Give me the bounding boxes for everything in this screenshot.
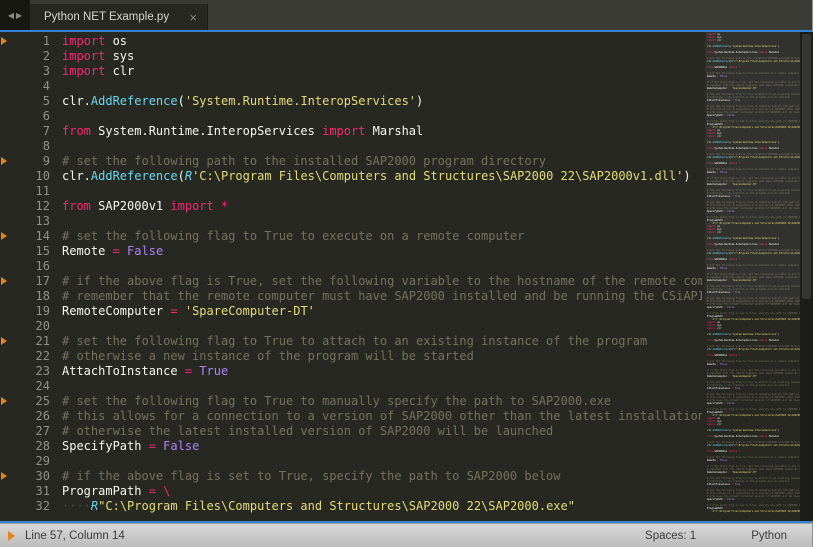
line-number: 16 (0, 259, 50, 274)
line-number: 3 (0, 64, 50, 79)
code-line[interactable]: # set the following flag to True to exec… (62, 229, 702, 244)
line-number: 30 (0, 469, 50, 484)
code-line[interactable]: clr.AddReference(R'C:\Program Files\Comp… (62, 169, 702, 184)
line-number: 6 (0, 109, 50, 124)
code-line[interactable]: clr.AddReference('System.Runtime.Interop… (62, 94, 702, 109)
line-number: 31 (0, 484, 50, 499)
code-line[interactable] (62, 139, 702, 154)
syntax-language[interactable]: Python (751, 530, 787, 542)
line-number: 29 (0, 454, 50, 469)
code-line[interactable]: import os (62, 34, 702, 49)
line-number: 9 (0, 154, 50, 169)
tab-python-net-example[interactable]: Python NET Example.py × (30, 4, 208, 30)
editor-area[interactable]: 1234567891011121314151617181920212223242… (0, 32, 813, 521)
close-tab-icon[interactable]: × (189, 11, 197, 24)
code-line[interactable]: # otherwise a new instance of the progra… (62, 349, 702, 364)
tab-title: Python NET Example.py (44, 11, 169, 23)
line-number: 12 (0, 199, 50, 214)
status-arrow-icon[interactable] (8, 531, 15, 541)
code-line[interactable]: from SAP2000v1 import * (62, 199, 702, 214)
line-number: 4 (0, 79, 50, 94)
line-number: 5 (0, 94, 50, 109)
scroll-tabs-right-icon[interactable]: ▶ (16, 11, 22, 20)
line-number: 20 (0, 319, 50, 334)
tab-bar: ◀ ▶ Python NET Example.py × (0, 0, 812, 30)
line-number: 25 (0, 394, 50, 409)
line-number: 18 (0, 289, 50, 304)
code-line[interactable]: RemoteComputer = 'SpareComputer-DT' (62, 304, 702, 319)
minimap-viewport[interactable] (705, 32, 800, 304)
line-number: 13 (0, 214, 50, 229)
code-line[interactable]: # if the above flag is True, set the fol… (62, 274, 702, 289)
line-number: 2 (0, 49, 50, 64)
code-line[interactable]: from System.Runtime.InteropServices impo… (62, 124, 702, 139)
line-number: 15 (0, 244, 50, 259)
code-line[interactable]: import clr (62, 64, 702, 79)
code-line[interactable]: # remember that the remote computer must… (62, 289, 702, 304)
code-line[interactable] (62, 259, 702, 274)
code-line[interactable]: import sys (62, 49, 702, 64)
line-number: 23 (0, 364, 50, 379)
line-number: 32 (0, 499, 50, 514)
code-line[interactable] (62, 109, 702, 124)
gutter: 1234567891011121314151617181920212223242… (0, 34, 50, 514)
code-line[interactable] (62, 184, 702, 199)
line-number: 11 (0, 184, 50, 199)
line-number: 24 (0, 379, 50, 394)
code-lines[interactable]: import osimport sysimport clr clr.AddRefe… (62, 34, 702, 516)
tab-scroll-buttons: ◀ ▶ (0, 0, 30, 30)
code-line[interactable]: # this allows for a connection to a vers… (62, 409, 702, 424)
line-number: 17 (0, 274, 50, 289)
code-line[interactable]: # otherwise the latest installed version… (62, 424, 702, 439)
line-number: 27 (0, 424, 50, 439)
status-bar: Line 57, Column 14 Spaces: 1 Python (0, 523, 812, 547)
indentation-setting[interactable]: Spaces: 1 (645, 530, 696, 542)
line-number: 28 (0, 439, 50, 454)
scroll-tabs-left-icon[interactable]: ◀ (8, 11, 14, 20)
code-line[interactable]: # if the above flag is set to True, spec… (62, 469, 702, 484)
tab-bar-empty-space (208, 4, 812, 30)
line-number: 26 (0, 409, 50, 424)
vertical-scrollbar[interactable] (800, 32, 813, 521)
line-number: 21 (0, 334, 50, 349)
code-line[interactable]: # set the following path to the installe… (62, 154, 702, 169)
line-number: 22 (0, 349, 50, 364)
code-line[interactable] (62, 454, 702, 469)
code-line[interactable]: ····R"C:\Program Files\Computers and Str… (62, 499, 702, 514)
line-number: 14 (0, 229, 50, 244)
code-line[interactable] (62, 319, 702, 334)
line-number: 1 (0, 34, 50, 49)
editor-window: ◀ ▶ Python NET Example.py × 123456789101… (0, 0, 813, 547)
code-line[interactable]: AttachToInstance = True (62, 364, 702, 379)
code-line[interactable] (62, 379, 702, 394)
minimap[interactable]: import osimport sysimport clrclr.AddRefe… (705, 32, 800, 521)
cursor-position[interactable]: Line 57, Column 14 (25, 530, 125, 542)
code-line[interactable] (62, 79, 702, 94)
code-line[interactable]: ProgramPath = \ (62, 484, 702, 499)
code-line[interactable]: # set the following flag to True to atta… (62, 334, 702, 349)
code-line[interactable] (62, 214, 702, 229)
line-number: 10 (0, 169, 50, 184)
code-line[interactable]: # set the following flag to True to manu… (62, 394, 702, 409)
line-number: 7 (0, 124, 50, 139)
code-line[interactable]: Remote = False (62, 244, 702, 259)
line-number: 8 (0, 139, 50, 154)
code-line[interactable]: SpecifyPath = False (62, 439, 702, 454)
line-number: 19 (0, 304, 50, 319)
scrollbar-thumb[interactable] (802, 34, 811, 299)
